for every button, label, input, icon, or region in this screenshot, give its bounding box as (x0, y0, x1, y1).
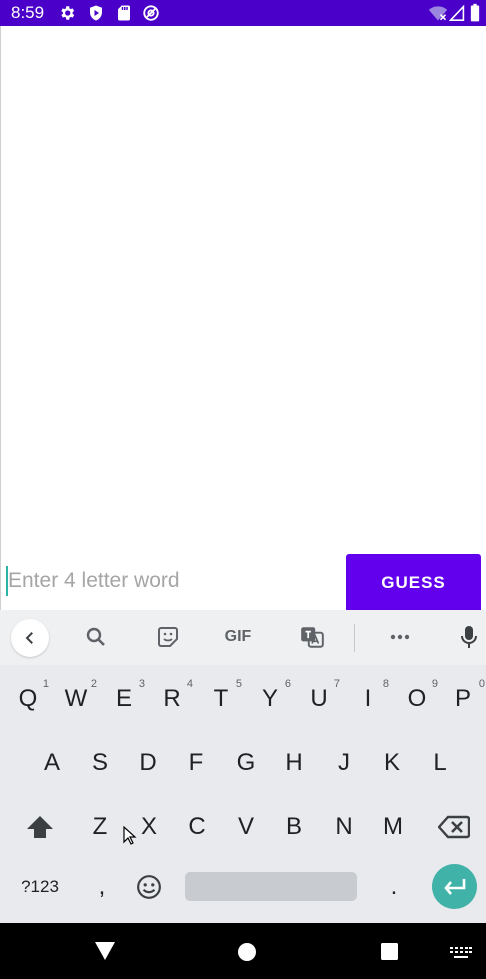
battery-icon (469, 3, 481, 23)
navigation-bar (0, 923, 486, 979)
sticker-icon[interactable] (154, 623, 182, 651)
key-d[interactable]: D (124, 738, 172, 788)
emoji-icon (137, 875, 161, 899)
translate-icon[interactable] (298, 623, 326, 651)
search-icon[interactable] (82, 623, 110, 651)
soft-keyboard: GIF Q1 W2 E3 R4 T5 Y6 U7 I8 O9 P0 A S D … (0, 610, 486, 923)
key-t[interactable]: T5 (197, 674, 245, 724)
enter-key[interactable] (432, 864, 477, 909)
key-v[interactable]: V (222, 802, 270, 852)
toolbar-divider (354, 624, 355, 652)
shield-icon (87, 4, 105, 22)
shift-key[interactable] (16, 802, 64, 852)
key-a[interactable]: A (28, 738, 76, 788)
emoji-key[interactable] (125, 862, 173, 912)
key-r[interactable]: R4 (148, 674, 196, 724)
sd-card-icon (115, 4, 133, 22)
key-p[interactable]: P0 (440, 674, 486, 724)
key-z[interactable]: Z (76, 802, 124, 852)
word-input[interactable] (6, 559, 336, 603)
more-icon[interactable] (386, 623, 414, 651)
key-n[interactable]: N (320, 802, 368, 852)
chevron-left-icon[interactable] (11, 619, 49, 657)
mic-icon[interactable] (455, 623, 483, 651)
key-o[interactable]: O9 (393, 674, 441, 724)
shift-icon (27, 816, 53, 838)
recents-square-icon[interactable] (380, 942, 399, 961)
gif-icon[interactable]: GIF (218, 623, 258, 651)
comma-key[interactable]: , (78, 862, 126, 912)
guess-button[interactable]: GUESS (346, 554, 481, 612)
backspace-key[interactable] (430, 802, 478, 852)
text-cursor (6, 566, 8, 596)
key-w[interactable]: W2 (52, 674, 100, 724)
status-time: 8:59 (11, 3, 45, 22)
backspace-icon (438, 815, 470, 839)
keyboard-switch-icon[interactable] (450, 947, 472, 959)
mouse-pointer-icon (123, 826, 137, 845)
app-content (0, 26, 486, 610)
key-e[interactable]: E3 (100, 674, 148, 724)
key-h[interactable]: H (270, 738, 318, 788)
status-bar: 8:59 (0, 0, 486, 26)
key-q[interactable]: Q1 (4, 674, 52, 724)
period-key[interactable]: . (370, 862, 418, 912)
key-y[interactable]: Y6 (246, 674, 294, 724)
key-j[interactable]: J (320, 738, 368, 788)
keyboard-toolbar: GIF (0, 610, 486, 665)
home-circle-icon[interactable] (237, 942, 257, 962)
key-u[interactable]: U7 (295, 674, 343, 724)
key-i[interactable]: I8 (344, 674, 392, 724)
signal-icon (448, 3, 465, 23)
key-s[interactable]: S (76, 738, 124, 788)
key-m[interactable]: M (369, 802, 417, 852)
at-sign-icon (142, 4, 160, 22)
space-key[interactable] (185, 872, 357, 901)
gear-icon (58, 4, 76, 22)
key-f[interactable]: F (172, 738, 220, 788)
key-k[interactable]: K (368, 738, 416, 788)
key-c[interactable]: C (173, 802, 221, 852)
symbols-key[interactable]: ?123 (14, 862, 66, 912)
key-l[interactable]: L (416, 738, 464, 788)
key-g[interactable]: G (222, 738, 270, 788)
enter-icon (443, 878, 465, 895)
back-triangle-icon[interactable] (94, 941, 116, 961)
key-b[interactable]: B (270, 802, 318, 852)
wifi-off-icon (428, 3, 448, 23)
